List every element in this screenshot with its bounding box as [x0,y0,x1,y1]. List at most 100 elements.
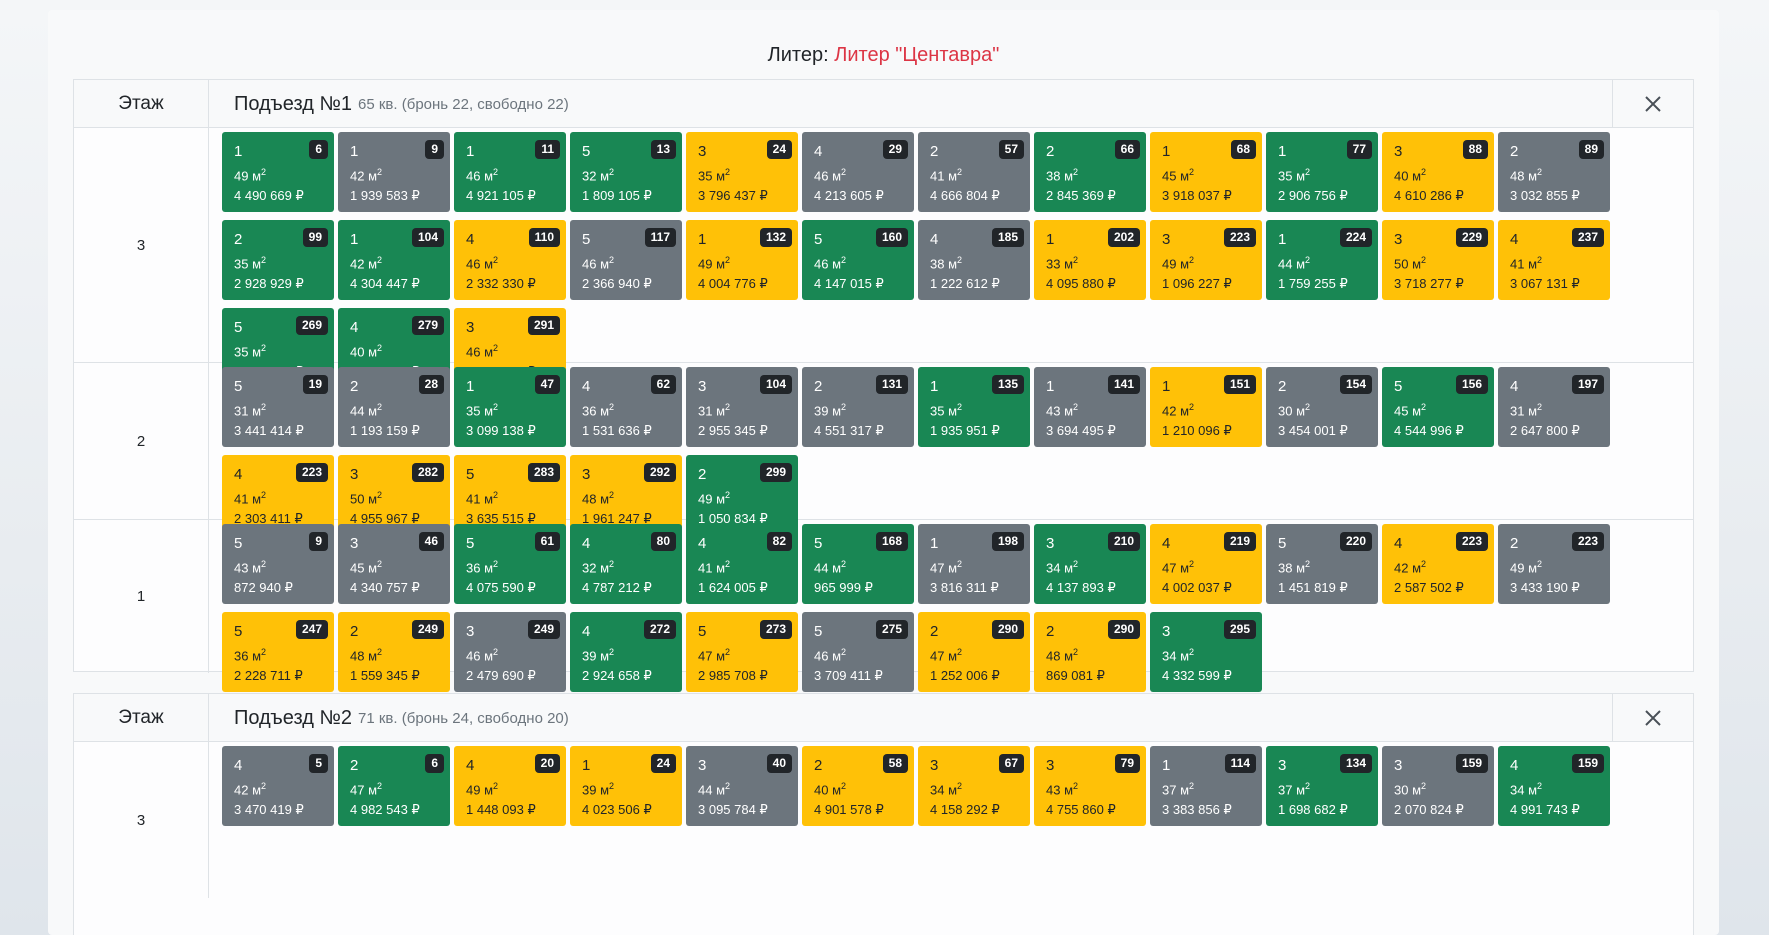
apartment-number-badge: 57 [998,140,1024,159]
apartment-tile[interactable]: 4 41 м2 1 624 005 ₽82 [686,524,798,604]
apartment-number-badge: 154 [1339,375,1372,394]
apartment-tile[interactable]: 3 30 м2 2 070 824 ₽159 [1382,746,1494,826]
close-button[interactable] [1612,694,1693,742]
apartment-tile[interactable]: 2 49 м2 3 433 190 ₽ 223 [1498,524,1610,604]
apartment-tile[interactable]: 2 41 м2 4 666 804 ₽ 57 [918,132,1030,212]
apartment-price: 3 918 037 ₽ [1162,188,1232,204]
apartment-tile[interactable]: 1 47 м2 3 816 311 ₽198 [918,524,1030,604]
apartment-tile[interactable]: 3 43 м2 4 755 860 ₽79 [1034,746,1146,826]
apartment-tile[interactable]: 1 44 м2 1 759 255 ₽224 [1266,220,1378,300]
apartment-tile[interactable]: 4 49 м2 1 448 093 ₽20 [454,746,566,826]
apartment-tile[interactable]: 4 31 м2 2 647 800 ₽197 [1498,367,1610,447]
apartment-price: 2 647 800 ₽ [1510,423,1580,439]
apartment-tile[interactable]: 2 48 м2 3 032 855 ₽ 89 [1498,132,1610,212]
apartment-price: 3 816 311 ₽ [930,580,999,596]
apartment-tile[interactable]: 5 45 м2 4 544 996 ₽156 [1382,367,1494,447]
apartment-tile[interactable]: 3 50 м2 3 718 277 ₽229 [1382,220,1494,300]
apartment-tile[interactable]: 4 42 м2 2 587 502 ₽223 [1382,524,1494,604]
apartment-tile[interactable]: 5 46 м2 2 366 940 ₽117 [570,220,682,300]
area-unit-exponent: 2 [1421,402,1427,412]
apartment-area: 31 м2 [698,397,798,421]
area-unit-exponent: 2 [377,781,383,791]
area-unit: м [832,648,842,664]
apartment-tile[interactable]: 1 35 м2 3 099 138 ₽47 [454,367,566,447]
apartment-tile[interactable]: 3 34 м2 4 137 893 ₽210 [1034,524,1146,604]
apartment-tile[interactable]: 1 39 м2 4 023 506 ₽24 [570,746,682,826]
apartment-tile[interactable]: 3 46 м2 2 479 690 ₽249 [454,612,566,692]
apartment-tile[interactable]: 3 31 м2 2 955 345 ₽104 [686,367,798,447]
area-unit-exponent: 2 [841,647,847,657]
apartment-number-badge: 28 [418,375,444,394]
apartment-tile[interactable]: 1 49 м2 4 490 669 ₽6 [222,132,334,212]
apartment-tile[interactable]: 3 45 м2 4 340 757 ₽46 [338,524,450,604]
close-button[interactable] [1612,80,1693,128]
apartment-tile[interactable]: 5 31 м2 3 441 414 ₽19 [222,367,334,447]
apartment-tile[interactable]: 3 40 м2 4 610 286 ₽88 [1382,132,1494,212]
apartment-price: 1 759 255 ₽ [1278,276,1348,292]
area-unit: м [368,560,378,576]
apartment-tile[interactable]: 1 46 м2 4 921 105 ₽11 [454,132,566,212]
apartment-tile[interactable]: 4 46 м2 2 332 330 ₽110 [454,220,566,300]
apartment-tile[interactable]: 4 42 м2 3 470 419 ₽5 [222,746,334,826]
apartment-tile[interactable]: 5 32 м2 1 809 105 ₽13 [570,132,682,212]
apartment-tile[interactable]: 1 42 м2 1 939 583 ₽9 [338,132,450,212]
area-unit-exponent: 2 [1305,167,1311,177]
apartment-area: 45 м2 [350,554,450,578]
apartment-tile[interactable]: 1 42 м2 4 304 447 ₽104 [338,220,450,300]
apartment-tile[interactable]: 5 44 м2 965 999 ₽168 [802,524,914,604]
apartment-tile[interactable]: 3 34 м2 4 332 599 ₽295 [1150,612,1262,692]
apartment-tile[interactable]: 1 35 м2 2 906 756 ₽77 [1266,132,1378,212]
apartment-tile[interactable]: 3 44 м2 3 095 784 ₽40 [686,746,798,826]
apartment-area: 41 м2 [466,485,566,509]
liter-name[interactable]: Литер "Центавра" [834,44,999,66]
apartment-tile[interactable]: 4 32 м2 4 787 212 ₽80 [570,524,682,604]
apartment-tile[interactable]: 4 46 м2 4 213 605 ₽29 [802,132,914,212]
apartment-tile[interactable]: 1 37 м2 3 383 856 ₽114 [1150,746,1262,826]
apartment-number-badge: 141 [1107,375,1140,394]
apartment-tile[interactable]: 1 45 м2 3 918 037 ₽68 [1150,132,1262,212]
apartment-price: 2 479 690 ₽ [466,668,536,684]
apartment-tile[interactable]: 5 47 м2 2 985 708 ₽273 [686,612,798,692]
apartment-tile[interactable]: 4 41 м2 3 067 131 ₽237 [1498,220,1610,300]
apartment-tile[interactable]: 5 36 м2 4 075 590 ₽61 [454,524,566,604]
apartment-tile[interactable]: 3 35 м2 3 796 437 ₽24 [686,132,798,212]
apartment-tile[interactable]: 4 36 м2 1 531 636 ₽62 [570,367,682,447]
apartment-tile[interactable]: 5 38 м2 1 451 819 ₽220 [1266,524,1378,604]
apartment-area-value: 49 [1510,560,1525,576]
apartment-tile[interactable]: 2 44 м2 1 193 159 ₽ 28 [338,367,450,447]
apartment-tile[interactable]: 1 49 м2 4 004 776 ₽132 [686,220,798,300]
apartment-tile[interactable]: 1 35 м2 1 935 951 ₽135 [918,367,1030,447]
apartment-tile[interactable]: 5 46 м2 4 147 015 ₽160 [802,220,914,300]
area-unit-exponent: 2 [841,559,847,569]
apartment-area-value: 47 [930,560,945,576]
apartment-tile[interactable]: 3 37 м2 1 698 682 ₽134 [1266,746,1378,826]
area-unit: м [368,168,378,184]
apartment-tile[interactable]: 4 38 м2 1 222 612 ₽185 [918,220,1030,300]
apartment-tile[interactable]: 2 40 м2 4 901 578 ₽ 58 [802,746,914,826]
apartment-tile[interactable]: 2 30 м2 3 454 001 ₽ 154 [1266,367,1378,447]
apartment-price: 1 096 227 ₽ [1162,276,1232,292]
apartment-tile[interactable]: 1 42 м2 1 210 096 ₽151 [1150,367,1262,447]
apartment-tile[interactable]: 5 46 м2 3 709 411 ₽275 [802,612,914,692]
apartment-number-badge: 114 [1224,754,1256,773]
apartment-tile[interactable]: 2 47 м2 4 982 543 ₽ 6 [338,746,450,826]
apartment-tile[interactable]: 5 43 м2 872 940 ₽9 [222,524,334,604]
apartment-area-value: 37 [1278,782,1293,798]
apartment-tile[interactable]: 2 47 м2 1 252 006 ₽ 290 [918,612,1030,692]
apartment-tile[interactable]: 3 49 м2 1 096 227 ₽223 [1150,220,1262,300]
area-unit-exponent: 2 [1537,559,1543,569]
apartment-tile[interactable]: 1 33 м2 4 095 880 ₽202 [1034,220,1146,300]
apartment-price: 2 070 824 ₽ [1394,802,1464,818]
apartment-tile[interactable]: 2 35 м2 2 928 929 ₽ 99 [222,220,334,300]
apartment-tile[interactable]: 4 47 м2 4 002 037 ₽219 [1150,524,1262,604]
apartment-number-badge: 46 [418,532,444,551]
apartment-tile[interactable]: 1 43 м2 3 694 495 ₽141 [1034,367,1146,447]
apartment-tile[interactable]: 2 38 м2 2 845 369 ₽ 66 [1034,132,1146,212]
apartment-tile[interactable]: 4 34 м2 4 991 743 ₽159 [1498,746,1610,826]
apartment-tile[interactable]: 2 48 м2 869 081 ₽ 290 [1034,612,1146,692]
apartment-tile[interactable]: 4 39 м2 2 924 658 ₽272 [570,612,682,692]
apartment-tile[interactable]: 5 36 м2 2 228 711 ₽247 [222,612,334,692]
apartment-tile[interactable]: 2 48 м2 1 559 345 ₽ 249 [338,612,450,692]
apartment-tile[interactable]: 3 34 м2 4 158 292 ₽67 [918,746,1030,826]
apartment-tile[interactable]: 2 39 м2 4 551 317 ₽ 131 [802,367,914,447]
